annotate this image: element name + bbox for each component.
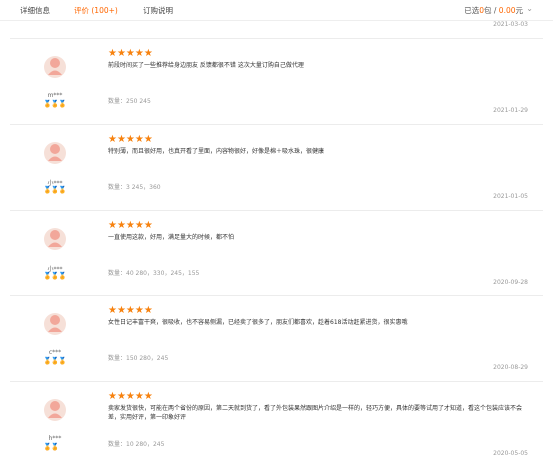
selected-price: 0.00 bbox=[498, 6, 516, 15]
previous-review-date: 2021-03-03 bbox=[493, 21, 528, 28]
user-name: h*** bbox=[48, 435, 62, 442]
review-text: 女性日记丰富干爽，很吸收，也不容易侧漏，已经卖了很多了，朋友们都喜欢，趁着618… bbox=[108, 319, 408, 326]
review-meta: 数量：40 280，330，245，155 bbox=[108, 270, 200, 277]
review-text: 前段时间买了一些推荐给身边朋友 反馈都很不错 这次大量订购自己做代理 bbox=[108, 62, 304, 69]
avatar[interactable] bbox=[43, 395, 67, 425]
star-rating: ★★★★★ bbox=[108, 220, 153, 231]
star-rating: ★★★★★ bbox=[108, 305, 153, 316]
review-date: 2020-08-29 bbox=[493, 364, 528, 371]
review-date: 2020-05-05 bbox=[493, 450, 528, 457]
review-date: 2020-09-28 bbox=[493, 279, 528, 286]
avatar[interactable] bbox=[43, 52, 67, 82]
medal-badges: 🏅🏅🏅 bbox=[43, 272, 67, 280]
user-name: m*** bbox=[47, 92, 63, 99]
price-suffix: 元 bbox=[515, 6, 524, 15]
star-rating: ★★★★★ bbox=[108, 48, 153, 59]
medal-badges: 🏅🏅 bbox=[43, 443, 59, 451]
divider bbox=[10, 38, 543, 39]
review-meta: 数量：3 245，360 bbox=[108, 184, 161, 191]
chevron-down-icon[interactable]: ⌄ bbox=[526, 4, 533, 13]
review-date: 2021-01-05 bbox=[493, 193, 528, 200]
tab-order-info[interactable]: 订购说明 bbox=[143, 5, 173, 16]
user-name: c*** bbox=[48, 349, 62, 356]
avatar[interactable] bbox=[43, 224, 67, 254]
medal-badges: 🏅🏅🏅 bbox=[43, 100, 67, 108]
review-date: 2021-01-29 bbox=[493, 107, 528, 114]
selection-summary[interactable]: 已选0包 / 0.00元 bbox=[464, 5, 523, 16]
tab-bar: 详细信息 评价 (100+) 订购说明 已选0包 / 0.00元 ⌄ bbox=[0, 0, 553, 21]
tab-reviews[interactable]: 评价 (100+) bbox=[74, 5, 118, 16]
star-rating: ★★★★★ bbox=[108, 391, 153, 402]
avatar[interactable] bbox=[43, 309, 67, 339]
avatar[interactable] bbox=[43, 138, 67, 168]
tab-details[interactable]: 详细信息 bbox=[20, 5, 50, 16]
review-text: 一直使用这款，好用，满足量大的时候，都不怕 bbox=[108, 234, 235, 241]
divider bbox=[10, 124, 543, 125]
review-meta: 数量：10 280，245 bbox=[108, 441, 165, 448]
review-meta: 数量：150 280，245 bbox=[108, 355, 169, 362]
star-rating: ★★★★★ bbox=[108, 134, 153, 145]
selected-unit: 包 / bbox=[484, 6, 499, 15]
divider bbox=[10, 295, 543, 296]
review-text: 卖家发货很快，可能在两个省份的原因，第二天就到货了，看了外包装果然跟图片介绍是一… bbox=[108, 405, 523, 421]
divider bbox=[10, 210, 543, 211]
divider bbox=[10, 381, 543, 382]
review-text: 特别薄，而且很好用，也真开看了里面，内容物很好，好像是棉＋吸水珠，很健康 bbox=[108, 148, 325, 155]
medal-badges: 🏅🏅🏅 bbox=[43, 186, 67, 194]
medal-badges: 🏅🏅🏅 bbox=[43, 357, 67, 365]
selected-prefix: 已选 bbox=[464, 6, 480, 15]
review-meta: 数量：250 245 bbox=[108, 98, 151, 105]
